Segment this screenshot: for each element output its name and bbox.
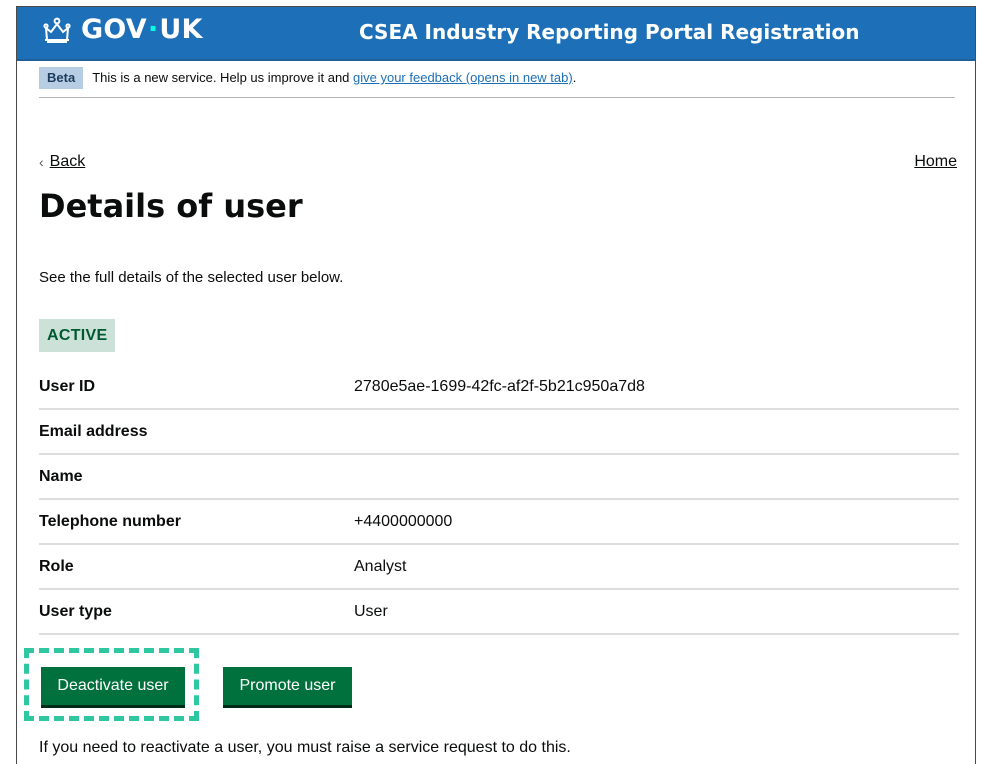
summary-row-telephone: Telephone number +4400000000: [39, 500, 959, 545]
summary-key: Name: [39, 467, 83, 485]
summary-value: +4400000000: [354, 512, 453, 530]
chevron-left-icon: ‹: [39, 154, 44, 170]
summary-row-email: Email address: [39, 410, 959, 455]
summary-value: 2780e5ae-1699-42fc-af2f-5b21c950a7d8: [354, 377, 645, 395]
summary-key: Role: [39, 557, 74, 575]
summary-key: Email address: [39, 422, 148, 440]
home-link[interactable]: Home: [914, 153, 957, 171]
summary-row-name: Name: [39, 455, 959, 500]
deactivate-user-button[interactable]: Deactivate user: [41, 667, 185, 705]
summary-key: User type: [39, 602, 112, 620]
reactivate-note: If you need to reactivate a user, you mu…: [39, 739, 571, 756]
phase-banner-message: This is a new service. Help us improve i…: [92, 70, 354, 85]
back-link-label: Back: [49, 153, 86, 170]
promote-user-button[interactable]: Promote user: [223, 667, 352, 705]
phase-banner-text: This is a new service. Help us improve i…: [92, 67, 576, 85]
govuk-header: GOV · UK CSEA Industry Reporting Portal Re…: [17, 7, 975, 61]
logo-text-gov: GOV: [81, 14, 147, 45]
summary-value: User: [354, 602, 388, 620]
summary-row-user-type: User type User: [39, 590, 959, 635]
summary-key: User ID: [39, 377, 96, 395]
feedback-link[interactable]: give your feedback (opens in new tab): [353, 70, 573, 85]
phase-banner: Beta This is a new service. Help us impr…: [39, 67, 955, 98]
service-name-link[interactable]: CSEA Industry Reporting Portal Registrat…: [359, 20, 859, 44]
logo-dot: ·: [147, 14, 159, 45]
user-summary-list: User ID 2780e5ae-1699-42fc-af2f-5b21c950…: [39, 365, 959, 635]
status-badge: ACTIVE: [39, 319, 116, 352]
page-lead: See the full details of the selected use…: [39, 269, 344, 286]
summary-row-role: Role Analyst: [39, 545, 959, 590]
summary-key: Telephone number: [39, 512, 181, 530]
logo-text-uk: UK: [159, 14, 203, 45]
summary-value: Analyst: [354, 557, 407, 575]
back-link[interactable]: ‹ Back: [39, 153, 85, 171]
crown-icon: [43, 17, 71, 43]
page-title: Details of user: [39, 187, 303, 225]
summary-row-user-id: User ID 2780e5ae-1699-42fc-af2f-5b21c950…: [39, 365, 959, 410]
browser-frame: GOV · UK CSEA Industry Reporting Portal Re…: [16, 6, 976, 764]
phase-banner-suffix: .: [572, 70, 577, 85]
beta-tag: Beta: [39, 67, 84, 89]
govuk-logo-link[interactable]: GOV · UK: [41, 14, 203, 45]
